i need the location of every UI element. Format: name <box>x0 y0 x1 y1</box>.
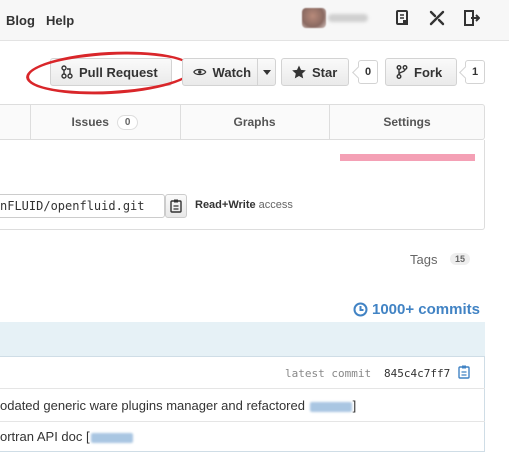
tags-link[interactable]: Tags <box>410 252 437 267</box>
star-label: Star <box>312 64 338 80</box>
tab-graphs[interactable]: Graphs <box>180 104 329 140</box>
tab-graphs-label: Graphs <box>233 115 276 129</box>
blurred-link[interactable] <box>90 432 133 443</box>
tags-count-badge: 15 <box>450 253 471 265</box>
commits-link[interactable]: 1000+ commits <box>353 301 480 318</box>
fork-label: Fork <box>414 64 443 80</box>
row-divider <box>0 388 485 389</box>
caret-down-icon <box>262 69 271 75</box>
nav-blog-link[interactable]: Blog <box>6 13 35 28</box>
settings-tools-icon[interactable] <box>427 8 447 28</box>
tab-settings[interactable]: Settings <box>329 104 485 140</box>
access-level-text: Read+Write access <box>195 199 293 211</box>
access-level-rest: access <box>255 199 293 211</box>
clone-url-input[interactable]: nFLUID/openfluid.git <box>0 194 165 218</box>
history-icon <box>353 302 368 317</box>
commit-message[interactable]: ortran API doc <box>0 429 82 444</box>
watch-dropdown[interactable] <box>257 59 275 85</box>
commit-list-header <box>0 322 485 357</box>
row-divider <box>0 421 485 422</box>
list-item: ortran API doc [ <box>0 429 134 444</box>
eye-icon <box>193 68 207 76</box>
sign-out-icon[interactable] <box>461 8 481 28</box>
latest-commit-label: latest commit <box>285 367 372 380</box>
list-item: odated generic ware plugins manager and … <box>0 398 357 413</box>
commits-label: 1000+ commits <box>372 301 480 318</box>
notifications-icon[interactable] <box>392 8 412 28</box>
star-button[interactable]: Star <box>281 58 349 86</box>
fork-count[interactable]: 1 <box>465 60 485 84</box>
nav-help-link[interactable]: Help <box>46 13 74 28</box>
tab-settings-label: Settings <box>383 115 431 129</box>
clipboard-icon <box>170 199 182 213</box>
star-icon <box>292 65 306 79</box>
tab-issues[interactable]: Issues 0 <box>30 104 180 140</box>
star-count[interactable]: 0 <box>358 60 378 84</box>
latest-commit-sha[interactable]: 845c4c7ff7 <box>384 367 450 380</box>
copy-sha-icon[interactable] <box>458 365 471 384</box>
access-level-strong: Read+Write <box>195 199 256 211</box>
tab-issues-label: Issues <box>71 115 109 129</box>
fork-button[interactable]: Fork <box>385 58 457 86</box>
fork-icon <box>396 65 408 79</box>
blurred-link[interactable] <box>309 401 352 412</box>
commit-message[interactable]: odated generic ware plugins manager and … <box>0 398 305 413</box>
watch-label: Watch <box>212 64 252 80</box>
issues-count-badge: 0 <box>116 114 139 130</box>
avatar[interactable] <box>302 8 326 28</box>
username-blurred[interactable] <box>328 14 368 22</box>
watch-button[interactable]: Watch <box>182 58 276 86</box>
language-bar[interactable] <box>340 154 475 161</box>
highlight-circle-annotation <box>25 47 195 99</box>
copy-clone-url-button[interactable] <box>165 194 187 218</box>
